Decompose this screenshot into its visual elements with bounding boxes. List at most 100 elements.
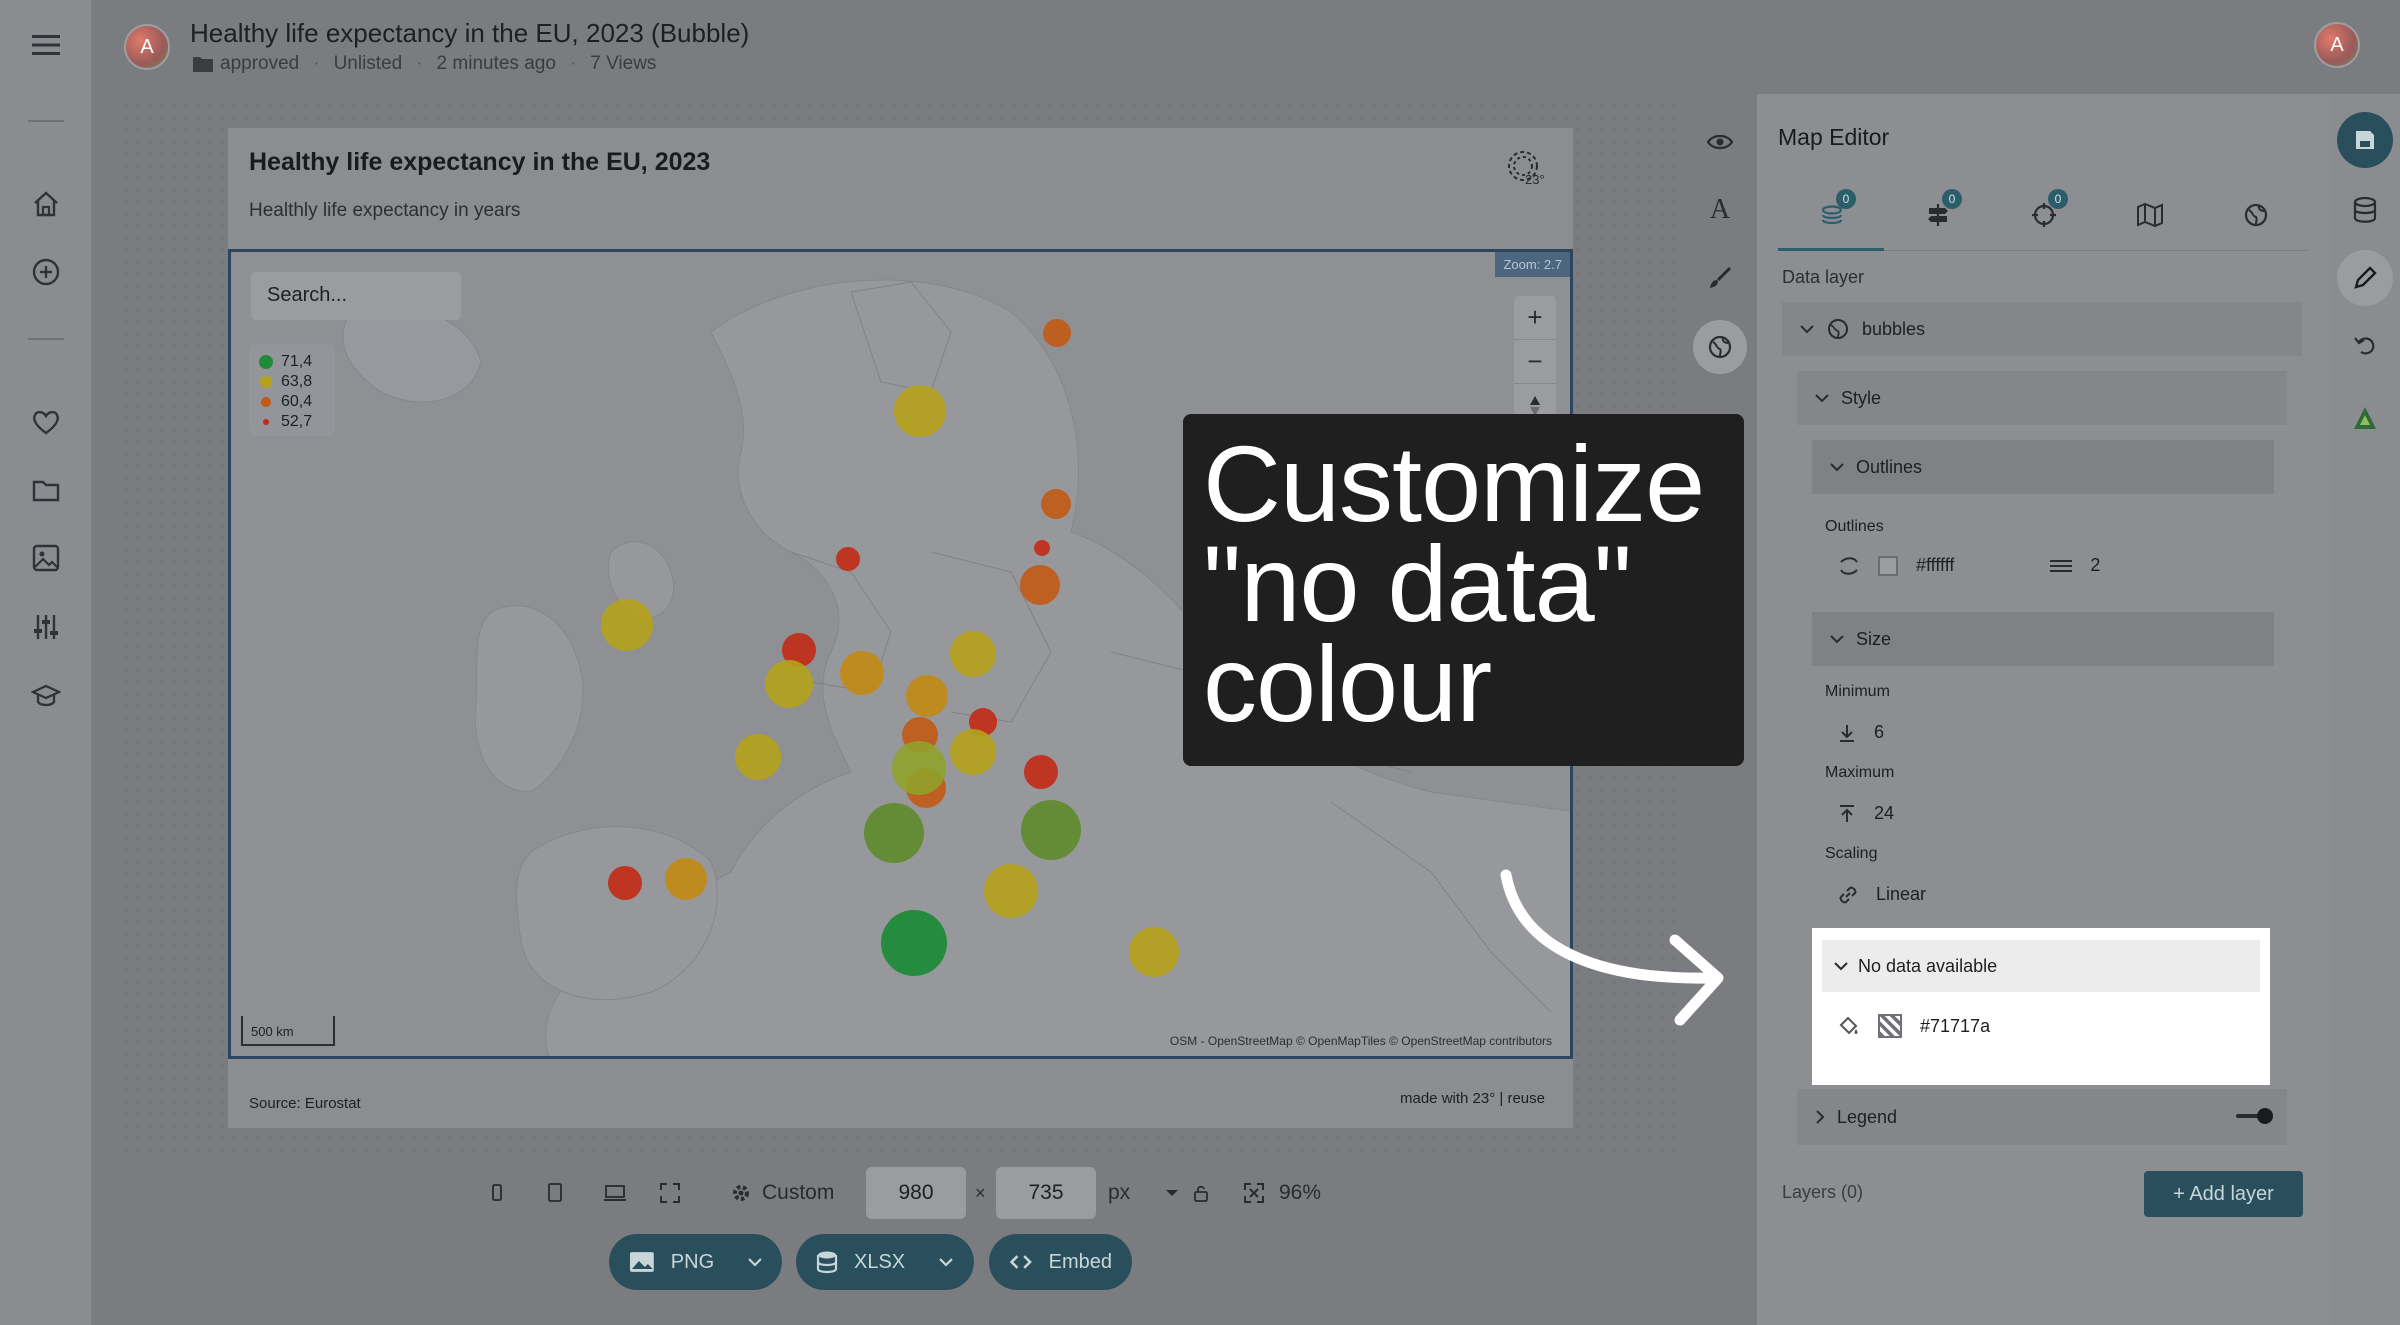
export-xlsx-button[interactable]: XLSX (796, 1234, 974, 1290)
map-bubble[interactable] (665, 858, 707, 900)
made-with-footer[interactable]: made with 23° | reuse (1400, 1090, 1545, 1107)
chart-source[interactable]: Source: Eurostat (249, 1095, 361, 1112)
academy-icon[interactable] (26, 676, 66, 716)
chart-subtitle[interactable]: Healthly life expectancy in years (249, 200, 520, 222)
map-bubble[interactable] (984, 864, 1038, 918)
map-bubble[interactable] (1034, 540, 1050, 556)
map-bubble[interactable] (1021, 800, 1081, 860)
user-avatar[interactable]: A (2314, 22, 2360, 68)
dimension-times-sign: × (975, 1182, 986, 1203)
chevron-down-icon[interactable] (748, 1257, 762, 1267)
no-data-color-swatch[interactable] (1878, 1014, 1902, 1038)
chevron-down-icon (1800, 325, 1814, 334)
chevron-down-icon[interactable] (939, 1257, 953, 1267)
chart-owner-avatar: A (124, 24, 170, 70)
home-icon[interactable] (26, 184, 66, 224)
scaling-value[interactable]: Linear (1876, 884, 1926, 905)
height-input[interactable]: 735 (996, 1167, 1096, 1219)
brand-tree-icon[interactable] (2337, 390, 2393, 446)
size-section-header[interactable]: Size (1812, 612, 2274, 666)
heart-icon[interactable] (26, 402, 66, 442)
outline-color-swatch[interactable] (1878, 555, 1898, 576)
chevron-down-icon (1830, 635, 1844, 644)
undo-history-icon[interactable] (2337, 318, 2393, 374)
layers-count: Layers (0) (1782, 1182, 1864, 1202)
map-bubble[interactable] (950, 631, 996, 677)
zoom-in-button[interactable]: + (1514, 296, 1556, 340)
desktop-preview-icon[interactable] (603, 1175, 627, 1211)
map-bubble[interactable] (601, 599, 653, 651)
no-data-color-value[interactable]: #71717a (1920, 1016, 1990, 1037)
map-bubble[interactable] (1020, 565, 1060, 605)
chart-title-header[interactable]: Healthy life expectancy in the EU, 2023 … (190, 18, 749, 49)
no-data-section-header[interactable]: No data available (1822, 940, 2260, 992)
minimum-row[interactable]: 6 (1838, 722, 1884, 743)
map-bubble[interactable] (881, 910, 947, 976)
tab-signposts[interactable]: 0 (1918, 189, 1962, 235)
outline-color-value[interactable]: #ffffff (1916, 555, 1954, 576)
save-button[interactable] (2337, 112, 2393, 168)
minimum-value[interactable]: 6 (1874, 722, 1884, 743)
map-bubble[interactable] (906, 675, 948, 717)
map-bubble[interactable] (836, 547, 860, 571)
map-bubble[interactable] (950, 729, 996, 775)
image-icon[interactable] (26, 538, 66, 578)
unit-label: px (1108, 1181, 1131, 1204)
tab-badge: 0 (1836, 189, 1856, 209)
tab-markers[interactable]: 0 (2024, 189, 2068, 235)
sliders-icon[interactable] (26, 607, 66, 647)
fullscreen-icon[interactable] (659, 1175, 681, 1211)
legend-swatch (260, 376, 272, 388)
brush-icon[interactable] (1700, 258, 1740, 298)
layer-bubbles-header[interactable]: bubbles (1782, 302, 2302, 356)
text-annotation-icon[interactable]: A (1700, 190, 1740, 230)
maximum-label: Maximum (1825, 764, 1895, 781)
style-section-header[interactable]: Style (1797, 371, 2287, 425)
scaling-row[interactable]: Linear (1838, 884, 1926, 905)
add-circle-icon[interactable] (26, 252, 66, 292)
lock-aspect-icon[interactable] (1192, 1175, 1210, 1211)
tab-data-layers[interactable]: 0 (1812, 189, 1856, 235)
data-database-icon[interactable] (2337, 182, 2393, 238)
size-preset-selector[interactable]: Custom (730, 1175, 834, 1211)
mobile-preview-icon[interactable] (490, 1175, 504, 1211)
map-search-input[interactable]: Search... (251, 272, 461, 320)
width-input[interactable]: 980 (866, 1167, 966, 1219)
globe-icon (2244, 203, 2268, 227)
outlines-section-header[interactable]: Outlines (1812, 440, 2274, 494)
edit-pencil-icon[interactable] (2337, 250, 2393, 306)
unit-dropdown-chevron-icon[interactable] (1164, 1175, 1180, 1211)
map-bubble[interactable] (735, 734, 781, 780)
add-layer-button[interactable]: + Add layer (2144, 1171, 2303, 1217)
outline-width-value[interactable]: 2 (2090, 555, 2100, 576)
tablet-preview-icon[interactable] (547, 1175, 563, 1211)
preview-eye-icon[interactable] (1700, 122, 1740, 162)
zoom-fit-control[interactable]: 96% (1243, 1175, 1321, 1211)
globe-map-icon[interactable] (1693, 320, 1747, 374)
chart-title[interactable]: Healthy life expectancy in the EU, 2023 (249, 148, 710, 177)
maximum-value[interactable]: 24 (1874, 803, 1894, 824)
tab-projection[interactable] (2236, 195, 2276, 235)
map-bubble[interactable] (894, 385, 946, 437)
map-bubble[interactable] (1129, 927, 1179, 977)
folder-icon[interactable] (26, 470, 66, 510)
maximum-row[interactable]: 24 (1838, 803, 1894, 824)
legend-value: 60,4 (281, 393, 313, 410)
gear-icon (733, 1185, 749, 1201)
map-bubble[interactable] (1041, 489, 1071, 519)
zoom-out-button[interactable]: − (1514, 340, 1556, 384)
legend-toggle[interactable] (2236, 1107, 2274, 1125)
minimum-label: Minimum (1825, 683, 1890, 700)
tab-basemap[interactable] (2130, 195, 2170, 235)
map-bubble[interactable] (840, 651, 884, 695)
map-bubble[interactable] (608, 866, 642, 900)
export-png-button[interactable]: PNG (609, 1234, 782, 1290)
map-bubble[interactable] (892, 741, 946, 795)
map-bubble[interactable] (1024, 755, 1058, 789)
map-bubble[interactable] (765, 660, 813, 708)
hamburger-menu-icon[interactable] (26, 25, 66, 65)
map-bubble[interactable] (1043, 319, 1071, 347)
embed-button[interactable]: Embed (989, 1234, 1132, 1290)
map-bubble[interactable] (864, 803, 924, 863)
legend-section-header[interactable]: Legend (1797, 1089, 2287, 1145)
